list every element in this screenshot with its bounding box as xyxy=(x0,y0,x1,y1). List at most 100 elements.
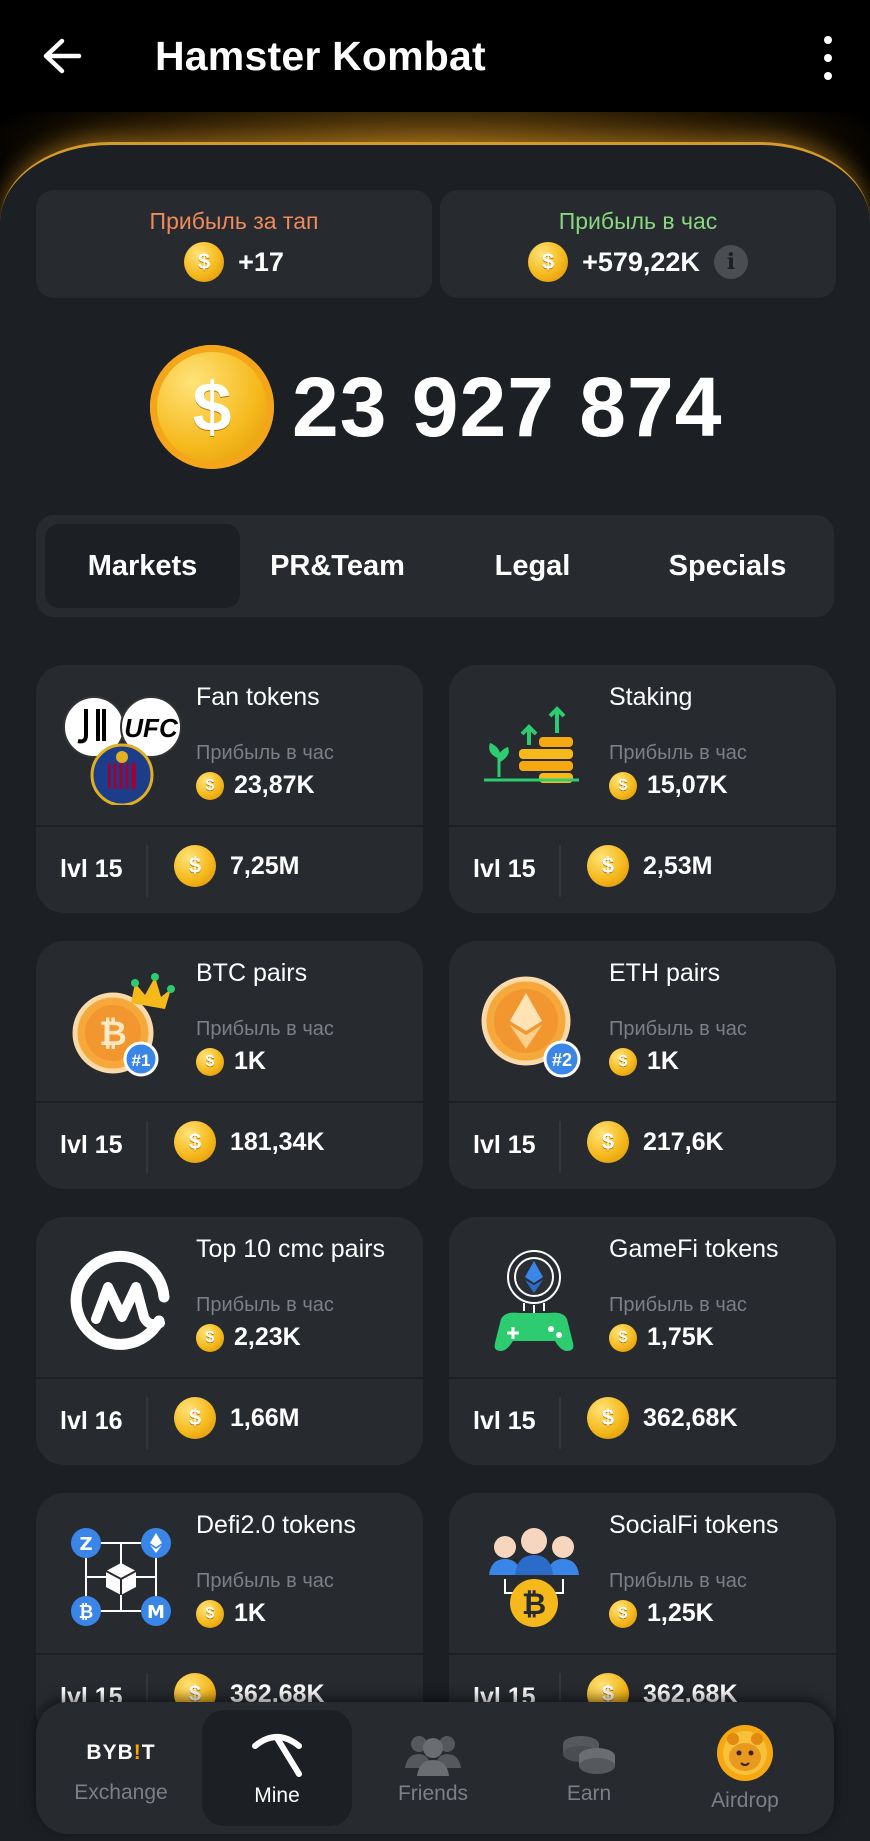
profit-per-hour-value: +579,22K xyxy=(582,246,700,277)
card-name: ETH pairs xyxy=(609,959,721,987)
card-level: lvl 15 xyxy=(60,855,123,883)
more-vertical-icon xyxy=(824,36,832,44)
nav-friends[interactable]: Friends xyxy=(358,1710,508,1826)
card-name: BTC pairs xyxy=(196,959,308,987)
hamster-coin-icon xyxy=(717,1725,773,1781)
gamefi-icon xyxy=(469,1247,599,1357)
card-divider xyxy=(36,1653,423,1655)
coin-icon: $ xyxy=(184,242,225,282)
card-name: Staking xyxy=(609,683,693,711)
profit-per-hour-box: Прибыль в час $ +579,22K i xyxy=(440,190,836,298)
coin-icon: $ xyxy=(609,771,637,800)
coin-icon: $ xyxy=(174,1121,216,1163)
coin-icon: $ xyxy=(609,1047,637,1076)
profit-label: Прибыль в час xyxy=(609,1570,747,1592)
card-gamefi-tokens[interactable]: GameFi tokens Прибыль в час $1,75K lvl 1… xyxy=(449,1217,836,1465)
coin-icon: $ xyxy=(587,845,629,887)
card-level: lvl 16 xyxy=(60,1407,123,1435)
coinmarketcap-icon xyxy=(56,1247,186,1357)
coin-icon: $ xyxy=(174,1397,216,1439)
arrow-left-icon xyxy=(43,38,82,74)
card-level: lvl 15 xyxy=(473,855,536,883)
pickaxe-icon xyxy=(252,1734,302,1777)
card-btc-pairs[interactable]: ₿ #1 BTC pairs Прибыль в час $1K lvl 15 … xyxy=(36,941,423,1189)
card-top10-cmc-pairs[interactable]: Top 10 cmc pairs Прибыль в час $2,23K lv… xyxy=(36,1217,423,1465)
balance: $ 23 927 874 xyxy=(150,345,722,469)
nav-airdrop[interactable]: Airdrop xyxy=(670,1710,820,1826)
app-header: Hamster Kombat xyxy=(0,0,870,120)
nav-label: Airdrop xyxy=(711,1789,779,1812)
profit-value: 1K xyxy=(234,1599,266,1627)
profit-label: Прибыль в час xyxy=(609,742,747,764)
category-tabs: Markets PR&Team Legal Specials xyxy=(36,515,834,617)
svg-text:Z: Z xyxy=(79,1534,92,1555)
more-menu-button[interactable] xyxy=(816,36,840,80)
svg-text:₿: ₿ xyxy=(99,1014,127,1054)
nav-label: Earn xyxy=(566,1782,612,1805)
coin-icon: $ xyxy=(587,1397,629,1439)
card-fan-tokens[interactable]: UFC Fan tokens Прибыль в час $23,87K lvl… xyxy=(36,665,423,913)
app-title: Hamster Kombat xyxy=(155,33,486,79)
profit-label: Прибыль в час xyxy=(196,1018,334,1040)
card-name: Defi2.0 tokens xyxy=(196,1511,356,1539)
profit-label: Прибыль в час xyxy=(196,1294,334,1316)
card-eth-pairs[interactable]: #2 ETH pairs Прибыль в час $1K lvl 15 $2… xyxy=(449,941,836,1189)
profit-value: 15,07K xyxy=(647,771,728,799)
tab-legal[interactable]: Legal xyxy=(435,524,630,608)
coin-icon: $ xyxy=(196,1599,224,1628)
nav-label: Friends xyxy=(397,1782,469,1805)
tab-specials[interactable]: Specials xyxy=(630,524,825,608)
eth-rank-text: #2 xyxy=(552,1050,572,1070)
card-name: Top 10 cmc pairs xyxy=(196,1235,385,1263)
profit-value: 1K xyxy=(647,1047,679,1075)
tab-pr-team[interactable]: PR&Team xyxy=(240,524,435,608)
eth-pairs-icon: #2 xyxy=(469,971,599,1081)
defi-icon: Z ₿ M xyxy=(56,1523,186,1633)
coin-icon: $ xyxy=(609,1323,637,1352)
card-divider xyxy=(36,1101,423,1103)
card-divider xyxy=(36,825,423,827)
profit-label: Прибыль в час xyxy=(196,1570,334,1592)
fan-tokens-icon: UFC xyxy=(56,695,186,805)
upgrade-cost: 1,66M xyxy=(230,1403,300,1432)
card-divider xyxy=(449,1101,836,1103)
card-divider xyxy=(36,1377,423,1379)
card-divider xyxy=(449,1377,836,1379)
nav-mine[interactable]: Mine xyxy=(202,1710,352,1826)
tab-markets[interactable]: Markets xyxy=(45,524,240,608)
back-button[interactable] xyxy=(36,30,88,82)
card-name: GameFi tokens xyxy=(609,1235,779,1263)
upgrade-cost: 217,6K xyxy=(643,1127,724,1156)
card-level: lvl 15 xyxy=(473,1131,536,1159)
svg-text:₿: ₿ xyxy=(522,1587,546,1622)
upgrade-cost: 7,25M xyxy=(230,851,300,880)
card-level: lvl 15 xyxy=(473,1407,536,1435)
coin-icon: $ xyxy=(528,242,569,282)
upgrade-cost: 2,53M xyxy=(643,851,713,880)
card-staking[interactable]: Staking Прибыль в час $15,07K lvl 15 $2,… xyxy=(449,665,836,913)
info-icon[interactable]: i xyxy=(713,245,748,279)
big-coin-icon: $ xyxy=(150,345,274,469)
bybit-logo: BYB! T xyxy=(86,1741,156,1764)
nav-exchange[interactable]: BYB! T Exchange xyxy=(46,1710,196,1826)
friends-icon xyxy=(405,1736,461,1776)
profit-per-tap-value: +17 xyxy=(238,246,284,277)
coin-icon: $ xyxy=(196,1323,224,1352)
btc-rank-text: #1 xyxy=(132,1051,151,1070)
nav-label: Mine xyxy=(254,1784,300,1807)
card-name: SocialFi tokens xyxy=(609,1511,779,1539)
profit-value: 23,87K xyxy=(234,771,315,799)
coin-icon: $ xyxy=(609,1599,637,1628)
profit-value: 2,23K xyxy=(234,1323,301,1351)
staking-icon xyxy=(469,695,599,805)
profit-label: Прибыль в час xyxy=(196,742,334,764)
card-divider xyxy=(449,825,836,827)
card-level: lvl 15 xyxy=(60,1131,123,1159)
svg-text:M: M xyxy=(147,1602,165,1623)
profit-label: Прибыль в час xyxy=(609,1018,747,1040)
profit-label: Прибыль в час xyxy=(609,1294,747,1316)
nav-earn[interactable]: Earn xyxy=(514,1710,664,1826)
socialfi-icon: ₿ xyxy=(469,1523,599,1633)
btc-pairs-icon: ₿ #1 xyxy=(56,971,186,1081)
profit-value: 1K xyxy=(234,1047,266,1075)
